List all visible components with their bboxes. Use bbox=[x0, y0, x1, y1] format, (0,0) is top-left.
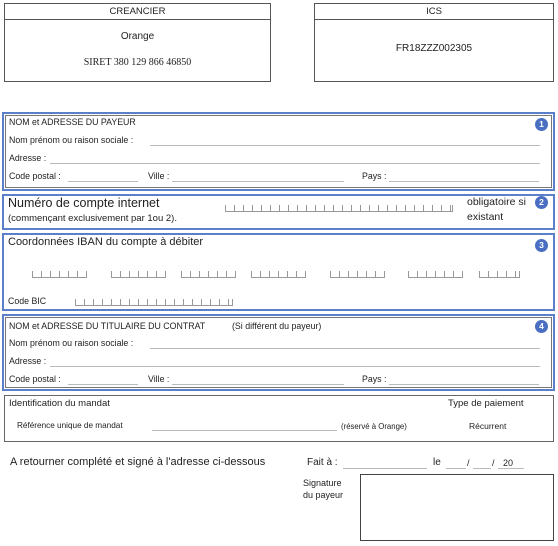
holder-postal-field[interactable] bbox=[68, 384, 138, 385]
date-separator-2: / bbox=[492, 458, 495, 468]
holder-postal-label: Code postal : bbox=[9, 374, 61, 384]
date-day-field[interactable] bbox=[446, 468, 466, 469]
payment-type-value: Récurrent bbox=[469, 421, 507, 431]
iban-group-2-field[interactable] bbox=[111, 271, 166, 278]
holder-country-label: Pays : bbox=[362, 374, 387, 384]
made-at-field[interactable] bbox=[343, 468, 427, 469]
iban-group-3-field[interactable] bbox=[181, 271, 236, 278]
iban-section-title: Coordonnées IBAN du compte à débiter bbox=[8, 236, 204, 248]
payer-postal-label: Code postal : bbox=[9, 171, 61, 181]
date-separator-1: / bbox=[467, 458, 470, 468]
internet-account-title: Numéro de compte internet bbox=[8, 196, 160, 210]
signature-box[interactable] bbox=[360, 474, 554, 541]
internet-account-note-line2: existant bbox=[467, 211, 504, 223]
signature-label-line1: Signature bbox=[303, 478, 342, 488]
date-month-field[interactable] bbox=[473, 468, 491, 469]
holder-section-title: NOM et ADRESSE DU TITULAIRE DU CONTRAT bbox=[9, 321, 206, 331]
section-number-3-badge: 3 bbox=[535, 239, 548, 252]
creancier-name: Orange bbox=[120, 31, 155, 42]
internet-account-note-line1: obligatoire si bbox=[467, 196, 526, 208]
payer-city-field[interactable] bbox=[172, 181, 344, 182]
creancier-header: CREANCIER bbox=[5, 4, 270, 20]
creancier-siret: SIRET 380 129 866 46850 bbox=[83, 57, 192, 68]
holder-city-label: Ville : bbox=[148, 374, 170, 384]
payer-name-field[interactable] bbox=[150, 145, 540, 146]
payer-country-label: Pays : bbox=[362, 171, 387, 181]
holder-country-field[interactable] bbox=[389, 384, 539, 385]
iban-group-7-field[interactable] bbox=[479, 271, 520, 278]
payer-name-label: Nom prénom ou raison sociale : bbox=[9, 135, 134, 145]
return-instructions: A retourner complété et signé à l'adress… bbox=[10, 456, 266, 468]
iban-group-6-field[interactable] bbox=[408, 271, 463, 278]
bic-label: Code BIC bbox=[8, 296, 47, 306]
holder-name-field[interactable] bbox=[150, 348, 540, 349]
section-number-1-badge: 1 bbox=[535, 118, 548, 131]
internet-account-subtitle: (commençant exclusivement par 1ou 2). bbox=[8, 213, 177, 224]
payer-country-field[interactable] bbox=[389, 181, 539, 182]
holder-address-label: Adresse : bbox=[9, 356, 47, 366]
payer-address-label: Adresse : bbox=[9, 153, 47, 163]
mandate-reference-field[interactable] bbox=[152, 430, 337, 431]
holder-address-field[interactable] bbox=[50, 366, 540, 367]
made-at-label: Fait à : bbox=[307, 457, 338, 468]
date-year-field[interactable] bbox=[498, 468, 524, 469]
ics-box: ICS FR18ZZZ002305 bbox=[314, 3, 554, 82]
section-number-4-badge: 4 bbox=[535, 320, 548, 333]
payer-postal-field[interactable] bbox=[68, 181, 138, 182]
payer-address-field[interactable] bbox=[50, 163, 540, 164]
ics-value: FR18ZZZ002305 bbox=[395, 43, 473, 54]
internet-account-number-field[interactable] bbox=[225, 205, 453, 212]
mandate-reference-label: Référence unique de mandat bbox=[17, 421, 123, 430]
holder-name-label: Nom prénom ou raison sociale : bbox=[9, 338, 134, 348]
holder-section-title-note: (Si différent du payeur) bbox=[232, 321, 322, 331]
iban-group-1-field[interactable] bbox=[32, 271, 87, 278]
creancier-box: CREANCIER Orange SIRET 380 129 866 46850 bbox=[4, 3, 271, 82]
iban-group-5-field[interactable] bbox=[330, 271, 385, 278]
bic-field[interactable] bbox=[75, 299, 233, 306]
holder-city-field[interactable] bbox=[172, 384, 344, 385]
date-year-prefix: 20 bbox=[503, 458, 514, 468]
payment-type-title: Type de paiement bbox=[448, 398, 524, 409]
payer-city-label: Ville : bbox=[148, 171, 170, 181]
payer-section-title: NOM et ADRESSE DU PAYEUR bbox=[9, 117, 136, 127]
iban-group-4-field[interactable] bbox=[251, 271, 306, 278]
ics-header: ICS bbox=[315, 4, 553, 20]
signature-label-line2: du payeur bbox=[303, 490, 344, 500]
date-prefix: le bbox=[433, 457, 441, 468]
mandate-title: Identification du mandat bbox=[9, 398, 110, 409]
mandate-reserved-note: (réservé à Orange) bbox=[341, 422, 407, 431]
section-number-2-badge: 2 bbox=[535, 196, 548, 209]
